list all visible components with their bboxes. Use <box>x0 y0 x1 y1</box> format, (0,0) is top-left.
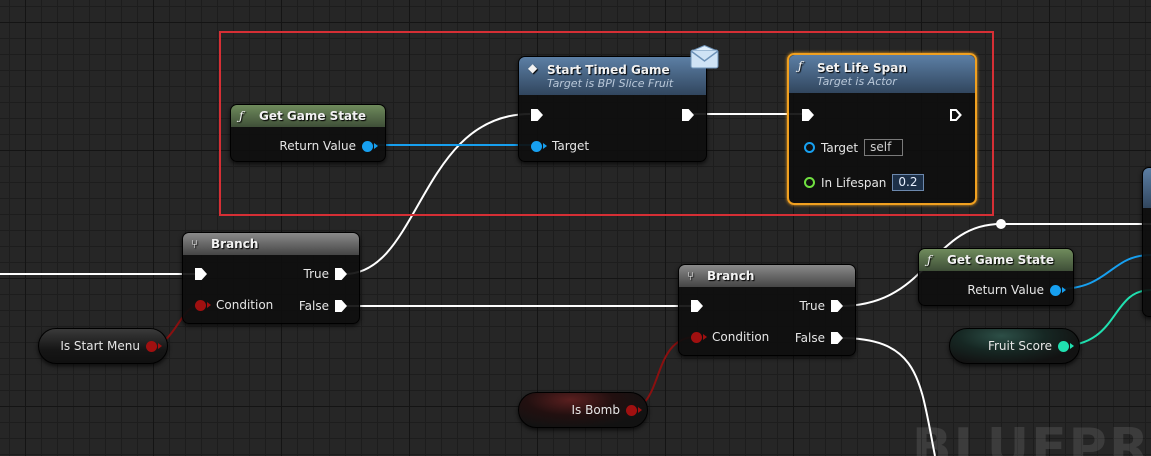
exec-out-icon[interactable] <box>950 109 962 121</box>
node-subtitle: Target is Actor <box>817 74 897 88</box>
branch-node[interactable]: ⑂ Branch True Condition False <box>182 232 360 324</box>
exec-in-pin[interactable] <box>802 109 814 121</box>
variable-label: Is Bomb <box>571 403 621 417</box>
node-header: ◆ Start Timed Game Target is BPI Slice F… <box>519 57 706 95</box>
exec-in-pin[interactable] <box>691 300 703 312</box>
function-icon: ƒ <box>798 59 803 73</box>
object-pin-icon[interactable] <box>804 142 815 153</box>
variable-label: Is Start Menu <box>60 339 140 353</box>
node-header: ƒ Get Game State <box>231 105 385 127</box>
exec-false-icon[interactable] <box>831 332 843 344</box>
pin-label: True <box>799 299 826 313</box>
pin-label: Return Value <box>967 283 1044 297</box>
node-header <box>1143 168 1151 208</box>
exec-in-pin[interactable] <box>195 268 207 280</box>
is-start-menu-variable[interactable]: Is Start Menu <box>38 328 168 364</box>
variable-label: Fruit Score <box>987 339 1052 353</box>
return-value-pin-row[interactable]: Return Value <box>967 283 1066 297</box>
node-subtitle: Target is BPI Slice Fruit <box>547 76 674 90</box>
object-pin-icon[interactable] <box>531 140 547 152</box>
function-icon: ƒ <box>927 253 932 267</box>
node-header: ƒ Set Life Span Target is Actor <box>789 55 975 93</box>
exec-in-icon[interactable] <box>531 109 543 121</box>
start-timed-game-node[interactable]: ◆ Start Timed Game Target is BPI Slice F… <box>518 56 707 162</box>
exec-out-pin[interactable] <box>950 109 962 121</box>
exec-in-icon[interactable] <box>691 300 703 312</box>
fruit-score-variable[interactable]: Fruit Score <box>949 328 1080 364</box>
node-header: ⑂ Branch <box>183 233 359 255</box>
pin-label: Target <box>821 140 859 155</box>
condition-pin-row[interactable]: Condition <box>195 298 273 312</box>
exec-in-icon[interactable] <box>802 109 814 121</box>
reroute-node[interactable] <box>996 219 1006 229</box>
pin-label: True <box>303 267 330 281</box>
set-life-span-node[interactable]: ƒ Set Life Span Target is Actor Target s… <box>787 53 977 205</box>
object-pin-icon[interactable] <box>1050 284 1066 296</box>
lifespan-value-field[interactable]: 0.2 <box>892 174 924 191</box>
float-pin-icon[interactable] <box>804 177 815 188</box>
lifespan-pin-row[interactable]: In Lifespan 0.2 <box>804 174 924 191</box>
bool-pin-icon[interactable] <box>146 340 162 352</box>
node-title: Branch <box>211 237 259 251</box>
true-pin-row[interactable]: True <box>799 299 843 313</box>
target-pin-row[interactable]: Target <box>531 139 589 153</box>
exec-out-pin[interactable] <box>682 109 694 121</box>
target-value-field[interactable]: self <box>864 139 904 156</box>
true-pin-row[interactable]: True <box>303 267 347 281</box>
exec-out-icon[interactable] <box>682 109 694 121</box>
node-title: Set Life Span <box>817 60 907 75</box>
branch-node[interactable]: ⑂ Branch True Condition False <box>678 264 856 356</box>
node-header: ⑂ Branch <box>679 265 855 287</box>
pin-label: Condition <box>712 330 770 344</box>
bool-pin-icon[interactable] <box>195 299 211 311</box>
pin-label: Condition <box>216 298 274 312</box>
condition-pin-row[interactable]: Condition <box>691 330 769 344</box>
exec-in-icon[interactable] <box>195 268 207 280</box>
get-game-state-node[interactable]: ƒ Get Game State Return Value <box>918 248 1074 306</box>
is-bomb-variable[interactable]: Is Bomb <box>518 392 648 428</box>
get-game-state-node[interactable]: ƒ Get Game State Return Value <box>230 104 386 162</box>
branch-icon: ⑂ <box>191 237 199 251</box>
return-value-pin-row[interactable]: Return Value <box>279 139 378 153</box>
pin-label: Return Value <box>279 139 356 153</box>
node-title: Get Game State <box>947 253 1055 267</box>
exec-true-icon[interactable] <box>335 268 347 280</box>
node-header: ƒ Get Game State <box>919 249 1073 271</box>
blueprint-watermark: BLUEPRINT <box>912 418 1151 456</box>
exec-true-icon[interactable] <box>831 300 843 312</box>
pin-label: Target <box>552 139 590 153</box>
node-title: Branch <box>707 269 755 283</box>
exec-in-pin[interactable] <box>531 109 543 121</box>
object-pin-icon[interactable] <box>362 140 378 152</box>
node-title: Get Game State <box>259 109 367 123</box>
message-envelope-icon <box>690 45 719 69</box>
false-pin-row[interactable]: False <box>795 331 843 345</box>
exec-false-icon[interactable] <box>335 300 347 312</box>
branch-icon: ⑂ <box>687 269 695 283</box>
interface-message-icon: ◆ <box>528 61 538 75</box>
false-pin-row[interactable]: False <box>299 299 347 313</box>
node-title: Start Timed Game <box>547 62 670 77</box>
pin-label: False <box>298 299 329 313</box>
pin-label: In Lifespan <box>821 175 887 190</box>
int-pin-icon[interactable] <box>1058 340 1074 352</box>
function-icon: ƒ <box>239 109 244 123</box>
pin-label: False <box>794 331 825 345</box>
target-pin-row[interactable]: Target self <box>804 139 904 156</box>
offscreen-node[interactable] <box>1142 167 1151 317</box>
bool-pin-icon[interactable] <box>626 404 642 416</box>
bool-pin-icon[interactable] <box>691 331 707 343</box>
